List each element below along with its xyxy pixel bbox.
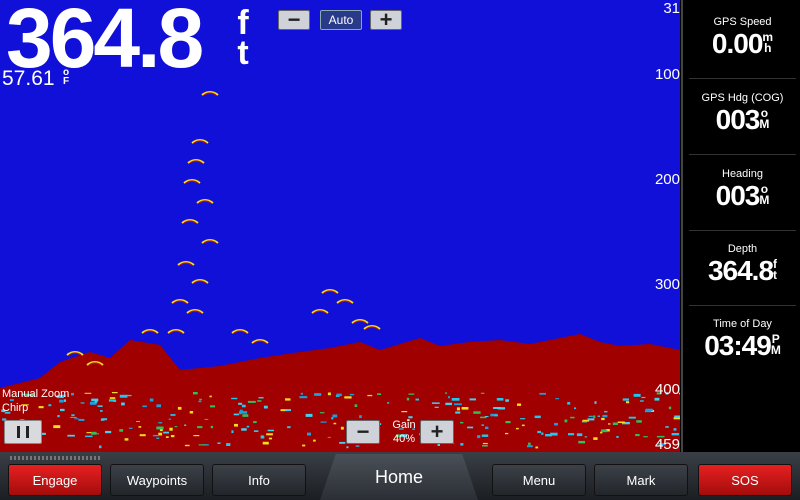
gps-speed-label: GPS Speed: [713, 16, 772, 28]
temperature-unit: oF: [63, 67, 70, 87]
zoom-auto-button[interactable]: Auto: [320, 10, 362, 30]
depth-scale-label: 31: [663, 0, 680, 17]
zoom-in-button[interactable]: +: [370, 9, 402, 31]
depth-scale-label: 459: [654, 436, 680, 452]
depth-scale-label: 400: [654, 381, 680, 398]
depth-field[interactable]: Depth 364.8 f t: [683, 243, 800, 287]
water-temperature: 57.61: [2, 67, 55, 90]
gps-speed-unit: mh: [762, 30, 774, 55]
gps-speed-value: 0.00: [711, 28, 763, 59]
gps-heading-value: 003: [715, 104, 761, 135]
home-button[interactable]: Home: [320, 454, 478, 500]
gps-heading-field[interactable]: GPS Hdg (COG) 003 o M: [683, 92, 800, 136]
time-of-day-value: 03:49: [704, 330, 772, 361]
time-of-day-field[interactable]: Time of Day 03:49 P M: [683, 318, 800, 362]
heading-value: 003: [715, 180, 761, 211]
depth-unit: ft: [773, 257, 778, 282]
gps-heading-unit: oM: [759, 106, 770, 131]
bottom-toolbar: Engage Waypoints Info Home Menu Mark SOS: [0, 452, 800, 500]
toolbar-grip: [10, 456, 100, 460]
divider: [689, 305, 796, 306]
mark-button[interactable]: Mark: [594, 464, 688, 496]
heading-field[interactable]: Heading 003 o M: [683, 168, 800, 212]
sos-button[interactable]: SOS: [698, 464, 792, 496]
frequency-label: Chirp: [2, 402, 29, 414]
gps-speed-field[interactable]: GPS Speed 0.00 m h: [683, 16, 800, 60]
data-panel: GPS Speed 0.00 m h GPS Hdg (COG) 003 o M Hea…: [681, 0, 800, 452]
divider: [689, 154, 796, 155]
pause-icon: [26, 426, 29, 438]
menu-button[interactable]: Menu: [492, 464, 586, 496]
info-button[interactable]: Info: [212, 464, 306, 496]
waypoints-button[interactable]: Waypoints: [110, 464, 204, 496]
sonar-display[interactable]: 364.8 ft 57.61 oF − Auto + 31 100 200 30…: [0, 0, 680, 452]
time-of-day-unit: PM: [770, 332, 781, 357]
depth-value: 364.8: [707, 255, 774, 286]
zoom-out-button[interactable]: −: [278, 9, 310, 31]
divider: [689, 78, 796, 79]
depth-scale-label: 100: [654, 66, 680, 83]
zoom-mode-label: Manual Zoom: [2, 388, 70, 400]
time-of-day-label: Time of Day: [713, 318, 772, 330]
engage-button[interactable]: Engage: [8, 464, 102, 496]
gps-heading-label: GPS Hdg (COG): [701, 92, 784, 104]
gain-decrease-button[interactable]: −: [346, 420, 380, 444]
depth-label: Depth: [727, 243, 758, 255]
gain-increase-button[interactable]: +: [420, 420, 454, 444]
depth-scale-label: 200: [654, 171, 680, 188]
heading-unit: oM: [759, 182, 770, 207]
pause-icon: [17, 426, 20, 438]
heading-label: Heading: [722, 168, 763, 180]
pause-button[interactable]: [4, 420, 42, 444]
depth-scale-label: 300: [654, 276, 680, 293]
divider: [689, 230, 796, 231]
depth-unit: ft: [237, 4, 249, 72]
